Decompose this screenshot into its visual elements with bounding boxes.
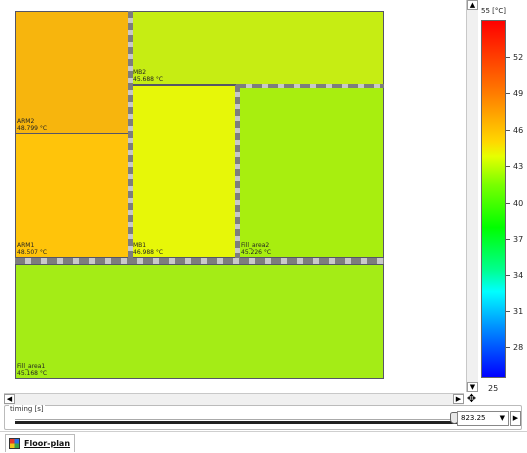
seam-horizontal-bottom (15, 258, 384, 264)
seam-horizontal-top (236, 84, 384, 88)
legend-tick (506, 57, 510, 58)
scroll-up-icon[interactable]: ▲ (467, 0, 478, 10)
block-arm2-label: ARM2 48.799 °C (17, 118, 48, 132)
seam-vertical-left (128, 11, 133, 260)
timing-value-select[interactable]: 823.25 ▼ (457, 411, 509, 426)
timing-track-guide (15, 419, 459, 420)
block-fill-area1-label: Fill_area1 45.168 °C (17, 363, 48, 377)
scroll-right-icon[interactable]: ▶ (453, 394, 464, 404)
tab-floor-plan[interactable]: Floor-plan (5, 434, 76, 452)
block-arm2[interactable]: ARM2 48.799 °C (15, 11, 130, 134)
block-mb2-label: MB2 45.688 °C (133, 69, 164, 83)
move-icon[interactable]: ✥ (466, 393, 477, 404)
legend-tick-label: 40 (513, 199, 524, 208)
block-fill-area2-label: Fill_area2 45.226 °C (241, 242, 272, 256)
legend-tick (506, 93, 510, 94)
legend-tick (506, 347, 510, 348)
block-fill-area1[interactable]: Fill_area1 45.168 °C (15, 264, 384, 379)
legend-tick-label: 46 (513, 126, 524, 135)
legend-tick (506, 275, 510, 276)
legend-colorbar (481, 20, 506, 378)
legend-tick (506, 166, 510, 167)
timing-value: 823.25 (461, 414, 486, 422)
legend-tick-label: 34 (513, 271, 524, 280)
block-fill-area2[interactable]: Fill_area2 45.226 °C (239, 87, 384, 258)
block-arm1[interactable]: ARM1 48.507 °C (15, 133, 130, 258)
vertical-scrollbar[interactable]: ▲ ▼ (466, 0, 478, 392)
timing-label: timing [s] (9, 405, 45, 413)
legend-tick-label: 43 (513, 162, 524, 171)
tab-bar: Floor-plan (0, 431, 527, 453)
block-arm1-label: ARM1 48.507 °C (17, 242, 48, 256)
floorplan-canvas[interactable]: ARM2 48.799 °C ARM1 48.507 °C MB2 45.688… (0, 0, 464, 392)
block-mb1[interactable]: MB1 46.988 °C (131, 85, 237, 258)
legend-min-label: 25 (488, 384, 499, 393)
legend-tick (506, 203, 510, 204)
timing-panel: timing [s] 823.25 ▼ ▶ (4, 405, 522, 430)
floorplan-icon (9, 438, 20, 449)
legend-tick-label: 49 (513, 89, 524, 98)
legend-tick (506, 130, 510, 131)
temperature-legend: 55 [°C] 52 49 46 43 40 37 34 31 28 25 (478, 0, 527, 404)
block-mb1-label: MB1 46.988 °C (133, 242, 164, 256)
chevron-down-icon[interactable]: ▼ (500, 412, 505, 425)
scroll-down-icon[interactable]: ▼ (467, 382, 478, 392)
legend-tick-label: 31 (513, 307, 524, 316)
tab-floor-plan-label: Floor-plan (24, 439, 71, 448)
next-step-icon[interactable]: ▶ (510, 411, 521, 426)
legend-tick (506, 239, 510, 240)
seam-vertical-mid (235, 85, 240, 260)
block-mb2[interactable]: MB2 45.688 °C (131, 11, 384, 85)
legend-tick-label: 37 (513, 235, 524, 244)
legend-tick-label: 28 (513, 343, 524, 352)
legend-tick (506, 311, 510, 312)
legend-tick-label: 52 (513, 53, 524, 62)
scroll-left-icon[interactable]: ◀ (4, 394, 15, 404)
timing-slider-track[interactable] (15, 421, 459, 424)
horizontal-scrollbar[interactable]: ◀ ▶ (4, 393, 464, 405)
legend-unit-label: 55 [°C] (481, 7, 506, 15)
